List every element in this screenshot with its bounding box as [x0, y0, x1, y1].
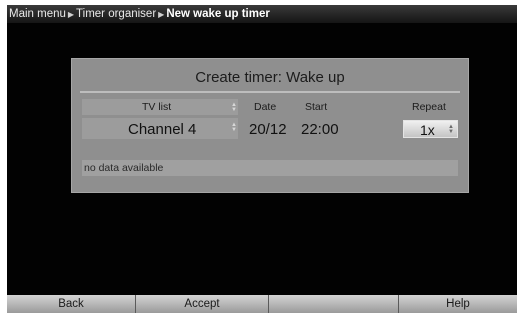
dialog-divider [80, 91, 460, 93]
breadcrumb-separator-icon: ▶ [158, 10, 165, 19]
date-label: Date [254, 101, 277, 113]
back-button[interactable]: Back [7, 295, 136, 313]
repeat-selector[interactable]: 1x ▲ ▼ [403, 120, 458, 138]
epg-info-bar: no data available [82, 160, 458, 176]
dialog-title: Create timer: Wake up [195, 69, 345, 86]
tv-list-label: TV list [142, 101, 172, 113]
date-field[interactable]: 20/12 [249, 120, 287, 139]
footer-button-bar: Back Accept Help [7, 295, 517, 313]
breadcrumb: Main menu ▶ Timer organiser ▶ New wake up ti… [7, 5, 517, 23]
repeat-label: Repeat [412, 101, 446, 113]
tv-screen: Main menu ▶ Timer organiser ▶ New wake up ti… [7, 5, 517, 295]
start-label: Start [305, 101, 328, 113]
repeat-value: 1x [420, 122, 435, 138]
channel-field[interactable]: Channel 4 [128, 120, 196, 139]
repeat-spinner-icon: ▲ ▼ [448, 124, 454, 135]
blank-button[interactable] [269, 295, 399, 313]
breadcrumb-separator-icon: ▶ [67, 10, 75, 19]
breadcrumb-timer-organiser[interactable]: Timer organiser [76, 8, 156, 20]
help-button[interactable]: Help [399, 295, 517, 313]
breadcrumb-current: New wake up timer [166, 8, 270, 20]
tv-list-spinner-icon: ▲ ▼ [231, 102, 237, 113]
create-timer-dialog: Create timer: Wake up TV list ▲ ▼ Date St… [71, 58, 469, 193]
channel-spinner-icon[interactable]: ▲ ▼ [231, 122, 237, 133]
start-time-field[interactable]: 22:00 [301, 120, 339, 139]
breadcrumb-main-menu[interactable]: Main menu [9, 8, 66, 20]
accept-button[interactable]: Accept [136, 295, 269, 313]
